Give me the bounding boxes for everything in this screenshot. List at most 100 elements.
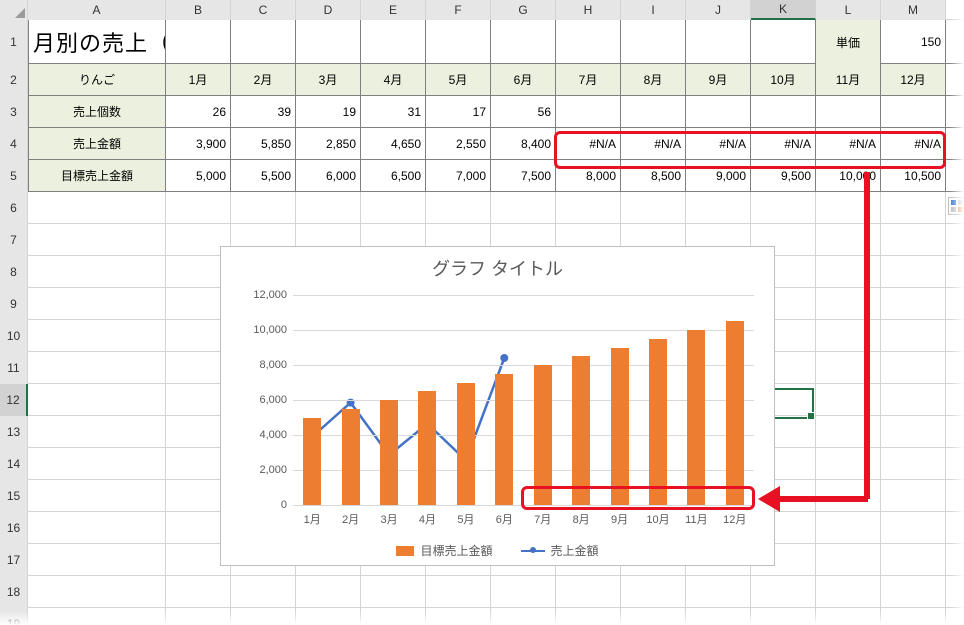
target-6[interactable]: 7,500 [491,160,556,191]
target-10[interactable]: 9,500 [751,160,816,191]
row-header-2[interactable]: 2 [0,64,28,96]
target-9[interactable]: 9,000 [686,160,751,191]
month-header-6[interactable]: 6月 [491,64,556,95]
cell-A6[interactable] [28,192,166,223]
col-header-M[interactable]: M [881,0,946,20]
col-header-J[interactable]: J [686,0,751,20]
cell-J1[interactable] [686,20,751,64]
row-header-19[interactable]: 19 [0,608,28,625]
col-header-C[interactable]: C [231,0,296,20]
month-header-7[interactable]: 7月 [556,64,621,95]
col-header-A[interactable]: A [28,0,166,20]
row-header-14[interactable]: 14 [0,448,28,480]
title-cell[interactable]: 月別の売上（個数） [28,20,166,64]
sales-3[interactable]: 2,850 [296,128,361,159]
month-header-12[interactable]: 12月 [881,64,946,95]
col-header-K[interactable]: K [751,0,816,20]
cell-G1[interactable] [491,20,556,64]
target-4[interactable]: 6,500 [361,160,426,191]
product-header[interactable]: りんご [28,64,166,95]
unitprice-value[interactable]: 150 [881,20,946,64]
target-7[interactable]: 8,000 [556,160,621,191]
row-header-3[interactable]: 3 [0,96,28,128]
select-all-corner[interactable] [0,0,28,20]
col-header-F[interactable]: F [426,0,491,20]
sales-label[interactable]: 売上金額 [28,128,166,159]
units-11[interactable] [816,96,881,127]
cell-H1[interactable] [556,20,621,64]
cell-B6[interactable] [166,192,231,223]
cell-I1[interactable] [621,20,686,64]
month-header-10[interactable]: 10月 [751,64,816,95]
row-header-12[interactable]: 12 [0,384,28,416]
cell-C1[interactable] [231,20,296,64]
units-6[interactable]: 56 [491,96,556,127]
month-header-1[interactable]: 1月 [166,64,231,95]
row-header-1[interactable]: 1 [0,20,28,64]
sales-6[interactable]: 8,400 [491,128,556,159]
row-header-18[interactable]: 18 [0,576,28,608]
target-label[interactable]: 目標売上金額 [28,160,166,191]
units-7[interactable] [556,96,621,127]
units-3[interactable]: 19 [296,96,361,127]
row-header-13[interactable]: 13 [0,416,28,448]
units-9[interactable] [686,96,751,127]
units-12[interactable] [881,96,946,127]
target-11[interactable]: 10,000 [816,160,881,191]
sales-5[interactable]: 2,550 [426,128,491,159]
target-2[interactable]: 5,500 [231,160,296,191]
sales-4[interactable]: 4,650 [361,128,426,159]
month-header-2[interactable]: 2月 [231,64,296,95]
row-header-17[interactable]: 17 [0,544,28,576]
row-header-16[interactable]: 16 [0,512,28,544]
cell-D1[interactable] [296,20,361,64]
unitprice-label[interactable]: 単価 [816,20,881,64]
col-header-D[interactable]: D [296,0,361,20]
month-header-5[interactable]: 5月 [426,64,491,95]
spreadsheet[interactable]: A B C D E F G H I J K L M 1 月別の売上（個数） 単価… [0,0,964,625]
row-header-7[interactable]: 7 [0,224,28,256]
row-header-5[interactable]: 5 [0,160,28,192]
sales-12[interactable]: #N/A [881,128,946,159]
month-header-8[interactable]: 8月 [621,64,686,95]
col-header-G[interactable]: G [491,0,556,20]
units-8[interactable] [621,96,686,127]
col-header-B[interactable]: B [166,0,231,20]
units-10[interactable] [751,96,816,127]
units-4[interactable]: 31 [361,96,426,127]
units-5[interactable]: 17 [426,96,491,127]
sales-10[interactable]: #N/A [751,128,816,159]
quick-analysis-icon[interactable] [948,197,964,215]
row-header-4[interactable]: 4 [0,128,28,160]
sales-1[interactable]: 3,900 [166,128,231,159]
row-header-6[interactable]: 6 [0,192,28,224]
units-1[interactable]: 26 [166,96,231,127]
sales-2[interactable]: 5,850 [231,128,296,159]
col-header-E[interactable]: E [361,0,426,20]
row-header-10[interactable]: 10 [0,320,28,352]
chart-object[interactable]: グラフ タイトル 02,0004,0006,0008,00010,00012,0… [220,246,775,566]
cell-K1[interactable] [751,20,816,64]
target-3[interactable]: 6,000 [296,160,361,191]
target-1[interactable]: 5,000 [166,160,231,191]
month-header-3[interactable]: 3月 [296,64,361,95]
month-header-4[interactable]: 4月 [361,64,426,95]
units-2[interactable]: 39 [231,96,296,127]
month-header-11[interactable]: 11月 [816,64,881,95]
row-header-9[interactable]: 9 [0,288,28,320]
sales-8[interactable]: #N/A [621,128,686,159]
row-header-11[interactable]: 11 [0,352,28,384]
sales-7[interactable]: #N/A [556,128,621,159]
sales-11[interactable]: #N/A [816,128,881,159]
target-12[interactable]: 10,500 [881,160,946,191]
row-header-15[interactable]: 15 [0,480,28,512]
month-header-9[interactable]: 9月 [686,64,751,95]
target-8[interactable]: 8,500 [621,160,686,191]
units-label[interactable]: 売上個数 [28,96,166,127]
sales-9[interactable]: #N/A [686,128,751,159]
row-header-8[interactable]: 8 [0,256,28,288]
col-header-L[interactable]: L [816,0,881,20]
col-header-I[interactable]: I [621,0,686,20]
col-header-H[interactable]: H [556,0,621,20]
target-5[interactable]: 7,000 [426,160,491,191]
